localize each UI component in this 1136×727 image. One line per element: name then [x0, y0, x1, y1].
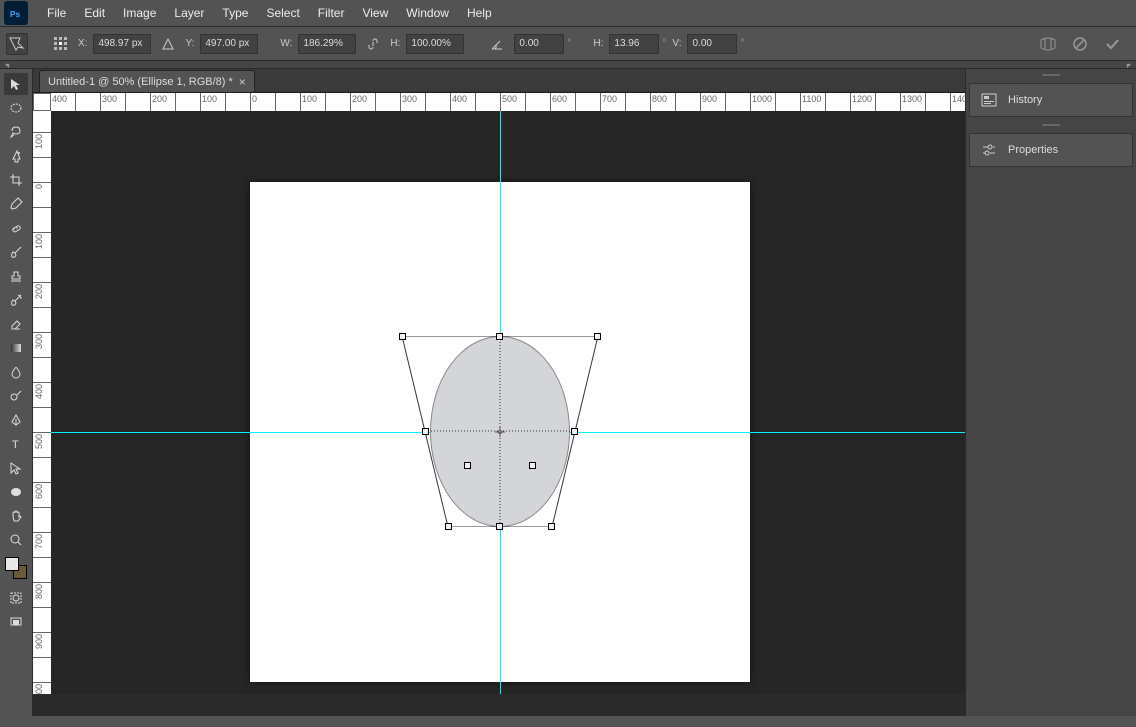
warp-icon[interactable]: [1038, 34, 1058, 54]
pen-tool[interactable]: [4, 409, 28, 431]
marquee-tool[interactable]: [4, 97, 28, 119]
menu-layer[interactable]: Layer: [165, 2, 213, 24]
quick-select-tool[interactable]: [4, 145, 28, 167]
skew-v-label: V:: [672, 38, 681, 49]
eraser-tool[interactable]: [4, 313, 28, 335]
degree-unit-2: °: [662, 38, 666, 49]
menu-edit[interactable]: Edit: [75, 2, 114, 24]
healing-tool[interactable]: [4, 217, 28, 239]
color-swatches[interactable]: [5, 557, 27, 579]
angle-icon: [486, 33, 508, 55]
skew-h-label: H:: [593, 38, 603, 49]
menu-filter[interactable]: Filter: [309, 2, 354, 24]
history-brush-tool[interactable]: [4, 289, 28, 311]
foreground-color[interactable]: [5, 557, 19, 571]
history-icon: [980, 92, 998, 108]
w-label: W:: [280, 38, 292, 49]
ruler-origin[interactable]: [33, 93, 51, 111]
vertical-ruler[interactable]: 10001002003004005006007008009001000: [33, 111, 51, 694]
commit-icon[interactable]: [1102, 34, 1122, 54]
brush-tool[interactable]: [4, 241, 28, 263]
menu-view[interactable]: View: [353, 2, 397, 24]
move-tool[interactable]: [4, 73, 28, 95]
ellipse-fill: [430, 336, 570, 527]
eyedropper-tool[interactable]: [4, 193, 28, 215]
horizontal-ruler[interactable]: 4003002001000100200300400500600700800900…: [51, 93, 965, 111]
link-icon[interactable]: [362, 33, 384, 55]
blur-tool[interactable]: [4, 361, 28, 383]
menu-file[interactable]: File: [38, 2, 75, 24]
h-input[interactable]: [406, 34, 464, 54]
panel-grip-2[interactable]: [966, 121, 1136, 129]
history-panel[interactable]: History: [969, 83, 1133, 117]
menu-window[interactable]: Window: [397, 2, 458, 24]
tool-preset-icon[interactable]: [6, 33, 28, 55]
svg-text:Ps: Ps: [10, 10, 21, 19]
stamp-tool[interactable]: [4, 265, 28, 287]
w-input[interactable]: [298, 34, 356, 54]
y-label: Y:: [185, 38, 194, 49]
menu-image[interactable]: Image: [114, 2, 165, 24]
shape-tool[interactable]: [4, 481, 28, 503]
panels: History Properties: [965, 69, 1136, 716]
crop-tool[interactable]: [4, 169, 28, 191]
skew-v-input[interactable]: [687, 34, 737, 54]
panel-grip[interactable]: [966, 71, 1136, 79]
collapse-strip[interactable]: [0, 61, 1136, 69]
canvas-area[interactable]: [51, 111, 965, 694]
document-tabs: Untitled-1 @ 50% (Ellipse 1, RGB/8) * ×: [33, 69, 965, 93]
menubar: Ps File Edit Image Layer Type Select Fil…: [0, 0, 1136, 27]
workspace: Untitled-1 @ 50% (Ellipse 1, RGB/8) * × …: [33, 69, 965, 716]
app-logo: Ps: [4, 1, 28, 25]
menu-select[interactable]: Select: [257, 2, 308, 24]
history-label: History: [1008, 94, 1042, 106]
quick-mask-tool[interactable]: [4, 587, 28, 609]
properties-icon: [980, 142, 998, 158]
svg-text:T: T: [12, 439, 19, 451]
angle-input[interactable]: [514, 34, 564, 54]
type-tool[interactable]: T: [4, 433, 28, 455]
dodge-tool[interactable]: [4, 385, 28, 407]
properties-panel[interactable]: Properties: [969, 133, 1133, 167]
ellipse-shape[interactable]: [430, 336, 570, 527]
delta-icon[interactable]: [157, 33, 179, 55]
y-input[interactable]: [200, 34, 258, 54]
hand-tool[interactable]: [4, 505, 28, 527]
close-icon[interactable]: ×: [239, 75, 246, 89]
h-label: H:: [390, 38, 400, 49]
zoom-tool[interactable]: [4, 529, 28, 551]
document-tab[interactable]: Untitled-1 @ 50% (Ellipse 1, RGB/8) * ×: [39, 70, 255, 92]
properties-label: Properties: [1008, 144, 1058, 156]
screen-mode-tool[interactable]: [4, 611, 28, 633]
degree-unit: °: [567, 38, 571, 49]
toolbar: T: [0, 69, 33, 716]
lasso-tool[interactable]: [4, 121, 28, 143]
x-label: X:: [78, 38, 87, 49]
menu-type[interactable]: Type: [213, 2, 257, 24]
cancel-icon[interactable]: [1070, 34, 1090, 54]
x-input[interactable]: [93, 34, 151, 54]
path-select-tool[interactable]: [4, 457, 28, 479]
options-bar: X: Y: W: H: ° H: ° V: °: [0, 27, 1136, 61]
skew-h-input[interactable]: [609, 34, 659, 54]
menu-help[interactable]: Help: [458, 2, 501, 24]
reference-point-icon[interactable]: [50, 33, 72, 55]
degree-unit-3: °: [740, 38, 744, 49]
gradient-tool[interactable]: [4, 337, 28, 359]
document-tab-title: Untitled-1 @ 50% (Ellipse 1, RGB/8) *: [48, 76, 233, 88]
